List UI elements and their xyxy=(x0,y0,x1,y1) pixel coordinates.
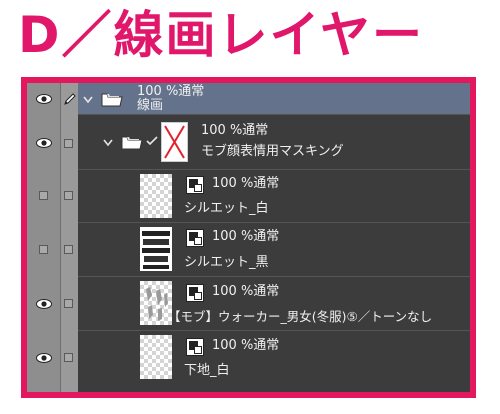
layer-opacity-blend: 100 %通常 xyxy=(212,284,280,299)
layer-name: 【モブ】ウォーカー_男女(冬服)⑤／トーンなし xyxy=(168,309,433,324)
silhouette-thumb-art xyxy=(142,231,170,269)
raster-layer-icon xyxy=(186,176,204,194)
layer-row-base-white[interactable]: 100 %通常 下地_白 xyxy=(27,331,470,392)
layer-row-silhouette-white[interactable]: 100 %通常 シルエット_白 xyxy=(27,170,470,223)
layer-name: シルエット_白 xyxy=(184,201,269,216)
page-heading: D／線画レイヤー xyxy=(18,6,425,64)
chevron-down-icon[interactable] xyxy=(103,139,113,147)
lock-toggle[interactable] xyxy=(64,299,73,308)
lock-toggle[interactable] xyxy=(64,139,73,148)
lock-toggle[interactable] xyxy=(64,191,73,200)
layer-name: 線画 xyxy=(137,98,164,113)
layer-name: モブ顔表情用マスキング xyxy=(201,144,344,159)
pencil-icon[interactable] xyxy=(63,92,77,106)
mask-x-icon xyxy=(164,125,185,159)
layer-thumbnail xyxy=(140,335,172,379)
lock-toggle[interactable] xyxy=(64,353,73,362)
chevron-down-icon[interactable] xyxy=(83,96,93,104)
layer-thumbnail xyxy=(140,227,172,271)
lock-toggle[interactable] xyxy=(64,245,73,254)
visibility-toggle[interactable] xyxy=(39,245,48,254)
layer-panel: 100 %通常 線画 100 %通常 モブ顔表情用マスキング 100 %通常 シ… xyxy=(21,77,476,398)
raster-layer-icon xyxy=(186,284,204,302)
layer-opacity-blend: 100 %通常 xyxy=(212,338,280,353)
eye-icon[interactable] xyxy=(36,353,52,363)
layer-opacity-blend: 100 %通常 xyxy=(212,229,280,244)
layer-opacity-blend: 100 %通常 xyxy=(201,123,269,138)
folder-icon xyxy=(121,136,143,150)
eye-icon[interactable] xyxy=(36,299,52,309)
raster-layer-icon xyxy=(186,338,204,356)
layer-thumbnail xyxy=(140,174,172,218)
layer-name: シルエット_黒 xyxy=(184,255,269,270)
layer-opacity-blend: 100 %通常 xyxy=(137,84,205,99)
layer-row-masking-folder[interactable]: 100 %通常 モブ顔表情用マスキング xyxy=(27,115,470,170)
layer-row-lineart-folder[interactable]: 100 %通常 線画 xyxy=(27,83,470,115)
mask-thumbnail xyxy=(161,122,188,162)
mask-link-check-icon[interactable] xyxy=(146,136,158,146)
layer-row-silhouette-black[interactable]: 100 %通常 シルエット_黒 xyxy=(27,223,470,277)
layer-row-mob-walker[interactable]: 100 %通常 【モブ】ウォーカー_男女(冬服)⑤／トーンなし xyxy=(27,277,470,331)
eye-icon[interactable] xyxy=(36,94,52,104)
folder-icon xyxy=(101,93,123,107)
layer-opacity-blend: 100 %通常 xyxy=(212,176,280,191)
visibility-toggle[interactable] xyxy=(39,191,48,200)
layer-name: 下地_白 xyxy=(184,363,230,378)
eye-icon[interactable] xyxy=(36,138,52,148)
raster-layer-icon xyxy=(186,229,204,247)
